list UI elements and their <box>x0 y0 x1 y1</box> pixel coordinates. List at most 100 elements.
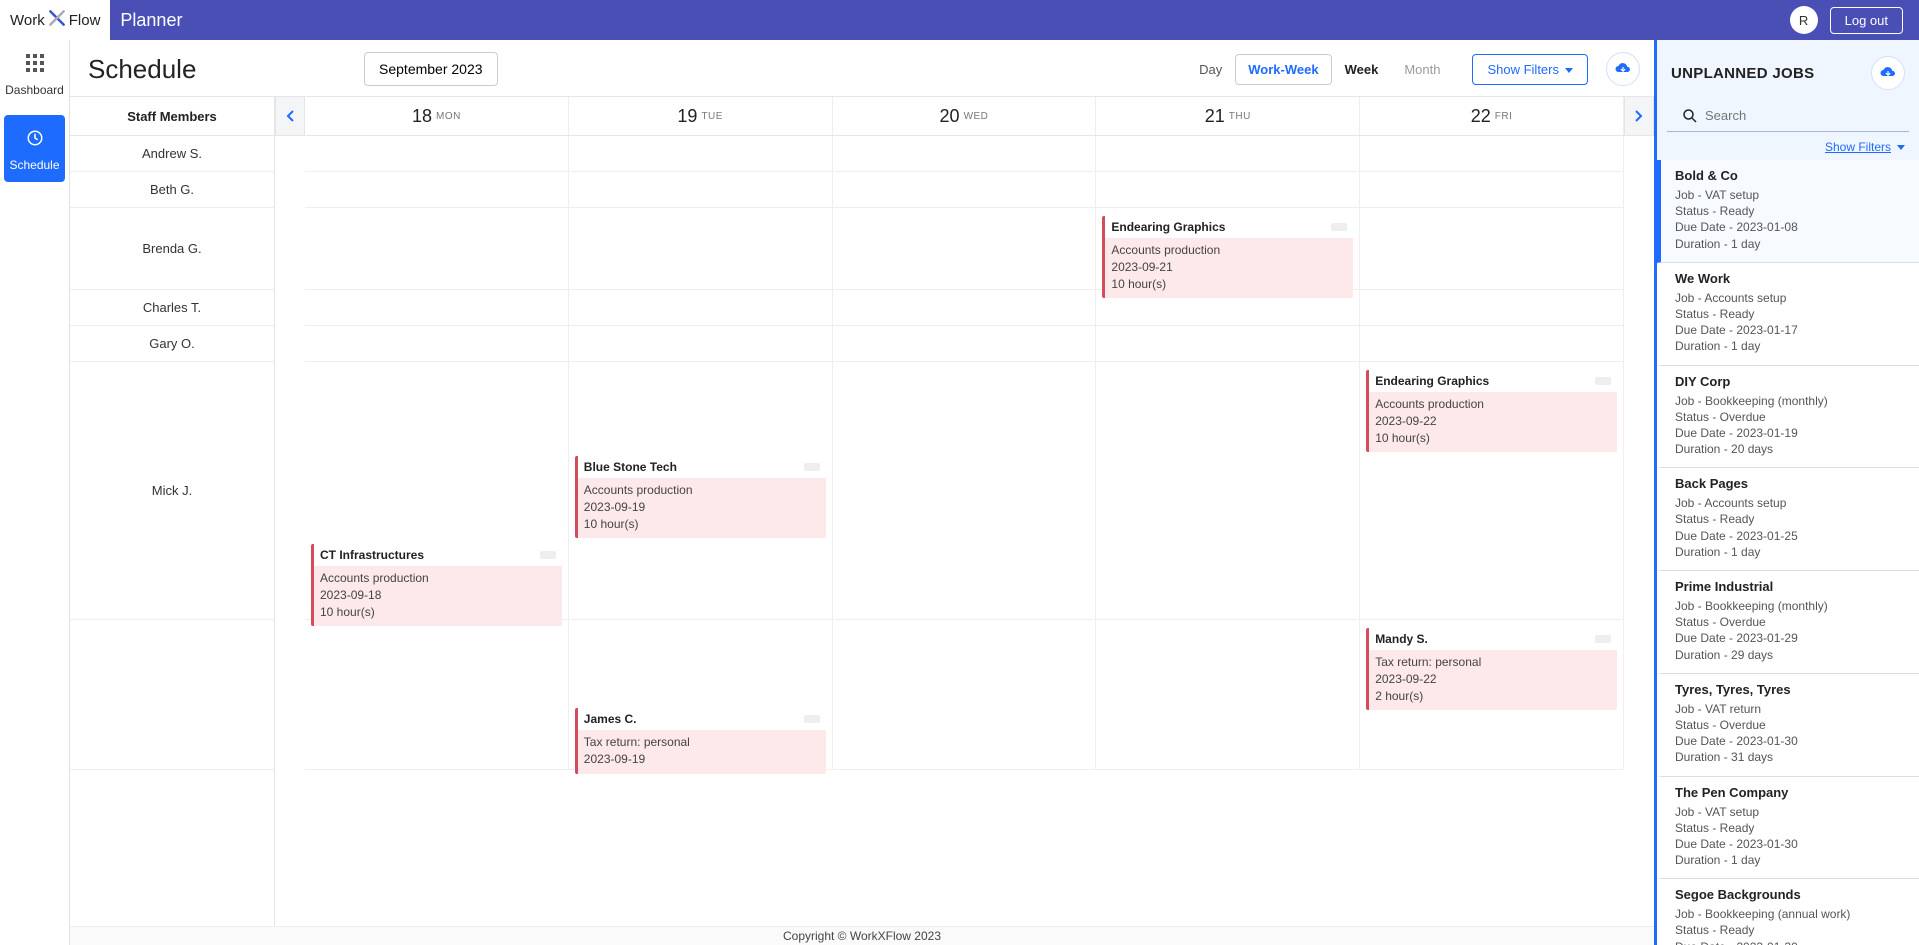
sidebar-item-schedule[interactable]: Schedule <box>4 115 65 182</box>
staff-row: Andrew S. <box>70 136 274 172</box>
schedule-cell[interactable] <box>569 290 833 325</box>
sidebar-schedule-label: Schedule <box>9 158 59 172</box>
staff-row: Gary O. <box>70 326 274 362</box>
view-tabs: Day Work-Week Week Month <box>1185 53 1454 86</box>
sidebar-item-dashboard[interactable]: Dashboard <box>0 40 69 107</box>
schedule-cell[interactable] <box>1096 136 1360 171</box>
month-picker-button[interactable]: September 2023 <box>364 52 498 86</box>
unplanned-job-item[interactable]: Prime IndustrialJob - Bookkeeping (month… <box>1657 571 1919 674</box>
schedule-cell[interactable]: Mandy S.Tax return: personal2023-09-222 … <box>1360 620 1624 769</box>
view-tab-week[interactable]: Week <box>1332 54 1392 85</box>
panel-show-filters-link[interactable]: Show Filters <box>1657 132 1919 160</box>
search-icon <box>1681 107 1699 125</box>
schedule-cell[interactable] <box>1096 620 1360 769</box>
cloud-download-button[interactable] <box>1606 52 1640 86</box>
clock-icon <box>4 129 65 152</box>
schedule-cell[interactable] <box>305 208 569 289</box>
day-header: 18MON <box>305 97 568 135</box>
schedule-cell[interactable] <box>833 172 1097 207</box>
schedule-cell[interactable] <box>1360 208 1624 289</box>
panel-search-input[interactable] <box>1699 104 1895 127</box>
schedule-cell[interactable] <box>833 208 1097 289</box>
page-title: Schedule <box>88 54 196 85</box>
staff-row: Mick J. <box>70 362 274 620</box>
schedule-cell[interactable] <box>569 136 833 171</box>
staff-row: Brenda G. <box>70 208 274 290</box>
schedule-cell[interactable] <box>305 136 569 171</box>
logo[interactable]: Work Flow <box>0 0 110 40</box>
sidebar: Dashboard Schedule <box>0 40 70 945</box>
schedule-cell[interactable] <box>569 326 833 361</box>
logout-button[interactable]: Log out <box>1830 7 1903 34</box>
day-header: 22FRI <box>1360 97 1623 135</box>
top-bar: Work Flow Planner R Log out <box>0 0 1919 40</box>
next-week-button[interactable] <box>1624 97 1654 135</box>
schedule-cell[interactable] <box>305 172 569 207</box>
schedule-cell[interactable] <box>833 136 1097 171</box>
schedule-cell[interactable] <box>569 208 833 289</box>
unplanned-job-item[interactable]: The Pen CompanyJob - VAT setupStatus - R… <box>1657 777 1919 880</box>
day-header: 20WED <box>833 97 1096 135</box>
unplanned-job-item[interactable]: Segoe BackgroundsJob - Bookkeeping (annu… <box>1657 879 1919 945</box>
app-name: Planner <box>110 10 182 31</box>
staff-header: Staff Members <box>70 97 274 135</box>
job-card[interactable]: Endearing GraphicsAccounts production202… <box>1102 216 1353 298</box>
view-tab-day[interactable]: Day <box>1186 54 1235 85</box>
staff-row <box>70 620 274 770</box>
panel-search[interactable] <box>1667 100 1909 132</box>
day-header: 19TUE <box>569 97 832 135</box>
job-card[interactable]: Blue Stone TechAccounts production2023-0… <box>575 456 826 538</box>
schedule-cell[interactable] <box>833 620 1097 769</box>
show-filters-button[interactable]: Show Filters <box>1472 54 1588 85</box>
schedule-cell[interactable] <box>833 362 1097 619</box>
schedule-cell[interactable] <box>1360 290 1624 325</box>
schedule-cell[interactable] <box>305 620 569 769</box>
chevron-down-icon <box>1897 145 1905 150</box>
prev-week-button[interactable] <box>275 97 305 135</box>
schedule-cell[interactable]: Endearing GraphicsAccounts production202… <box>1360 362 1624 619</box>
schedule-cell[interactable] <box>1360 136 1624 171</box>
logo-text-right: Flow <box>69 12 101 29</box>
job-card[interactable]: James C.Tax return: personal2023-09-19 <box>575 708 826 774</box>
staff-row: Beth G. <box>70 172 274 208</box>
logo-x-icon <box>47 7 67 34</box>
schedule-cell[interactable]: Blue Stone TechAccounts production2023-0… <box>569 362 833 619</box>
schedule-cell[interactable] <box>305 290 569 325</box>
toolbar: Schedule September 2023 Day Work-Week We… <box>70 40 1654 96</box>
logo-text-left: Work <box>10 12 45 29</box>
schedule-cell[interactable]: Endearing GraphicsAccounts production202… <box>1096 208 1360 289</box>
chevron-down-icon <box>1565 68 1573 73</box>
unplanned-job-item[interactable]: Tyres, Tyres, TyresJob - VAT returnStatu… <box>1657 674 1919 777</box>
unplanned-job-item[interactable]: DIY CorpJob - Bookkeeping (monthly)Statu… <box>1657 366 1919 469</box>
unplanned-job-item[interactable]: Bold & CoJob - VAT setupStatus - ReadyDu… <box>1657 160 1919 263</box>
schedule-cell[interactable] <box>569 172 833 207</box>
schedule-cell[interactable]: CT InfrastructuresAccounts production202… <box>305 362 569 619</box>
staff-row: Charles T. <box>70 290 274 326</box>
schedule-cell[interactable] <box>833 326 1097 361</box>
view-tab-month[interactable]: Month <box>1391 54 1453 85</box>
grid-icon <box>0 54 69 77</box>
view-tab-workweek[interactable]: Work-Week <box>1235 54 1331 85</box>
avatar[interactable]: R <box>1790 6 1818 34</box>
job-card[interactable]: Mandy S.Tax return: personal2023-09-222 … <box>1366 628 1617 710</box>
schedule-grid: Staff Members 18MON19TUE20WED21THU22FRI … <box>70 96 1654 945</box>
unplanned-jobs-panel: UNPLANNED JOBS Show Filters Bold & CoJob… <box>1654 40 1919 945</box>
schedule-cell[interactable] <box>1096 172 1360 207</box>
schedule-cell[interactable]: James C.Tax return: personal2023-09-19 <box>569 620 833 769</box>
schedule-cell[interactable] <box>1096 326 1360 361</box>
footer: Copyright © WorkXFlow 2023 <box>70 926 1654 945</box>
day-header: 21THU <box>1096 97 1359 135</box>
unplanned-job-item[interactable]: Back PagesJob - Accounts setupStatus - R… <box>1657 468 1919 571</box>
job-card[interactable]: Endearing GraphicsAccounts production202… <box>1366 370 1617 452</box>
unplanned-job-item[interactable]: We WorkJob - Accounts setupStatus - Read… <box>1657 263 1919 366</box>
panel-cloud-button[interactable] <box>1871 56 1905 90</box>
schedule-cell[interactable] <box>1096 362 1360 619</box>
schedule-cell[interactable] <box>305 326 569 361</box>
schedule-cell[interactable] <box>1096 290 1360 325</box>
panel-title: UNPLANNED JOBS <box>1671 65 1814 82</box>
schedule-cell[interactable] <box>1360 172 1624 207</box>
sidebar-dashboard-label: Dashboard <box>5 83 64 97</box>
job-card[interactable]: CT InfrastructuresAccounts production202… <box>311 544 562 626</box>
schedule-cell[interactable] <box>1360 326 1624 361</box>
schedule-cell[interactable] <box>833 290 1097 325</box>
